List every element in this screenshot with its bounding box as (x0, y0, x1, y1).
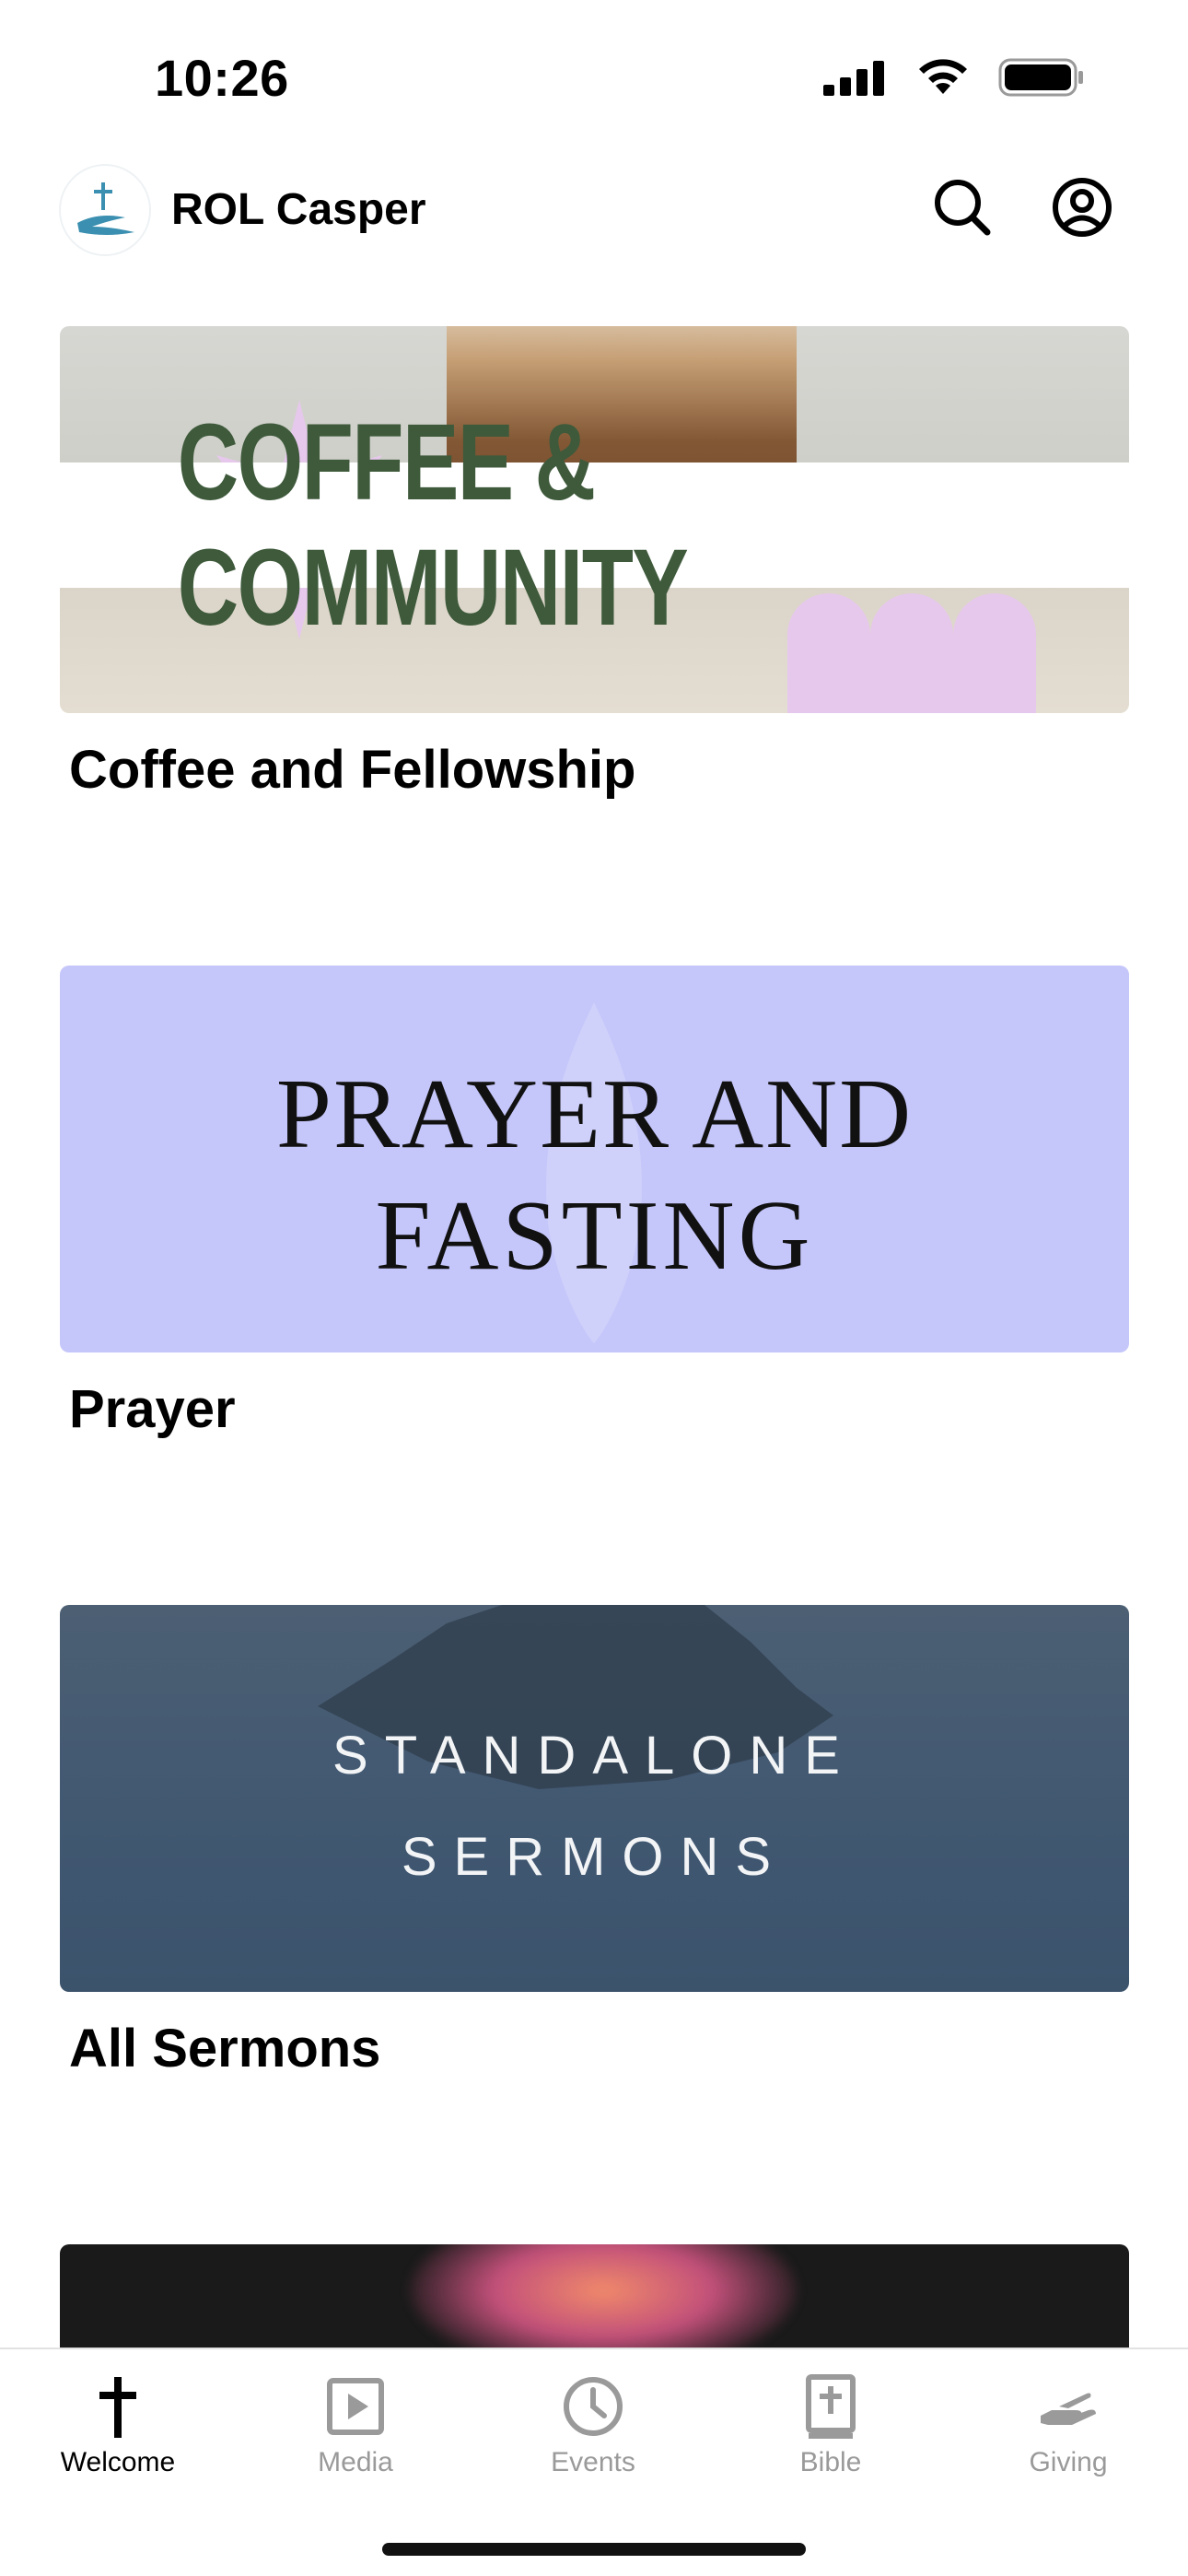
play-icon (327, 2378, 384, 2435)
search-icon (935, 180, 991, 236)
app-header: ROL Casper (0, 157, 1188, 304)
tab-bar: Welcome Media Events Bible Giving (0, 2348, 1188, 2576)
tab-giving[interactable]: Giving (976, 2370, 1160, 2478)
coffee-banner-image[interactable]: COFFEE & COMMUNITY (60, 326, 1129, 713)
cellular-signal-icon (823, 61, 884, 96)
account-icon (1053, 178, 1112, 237)
status-icons (823, 57, 1085, 98)
tab-events[interactable]: Events (501, 2370, 685, 2478)
tab-label: Bible (799, 2447, 862, 2477)
sermons-banner-line2: SERMONS (401, 1827, 788, 1887)
wifi-icon (919, 59, 967, 94)
tab-bible[interactable]: Bible (739, 2370, 923, 2478)
sermons-banner-line1: STANDALONE (332, 1726, 856, 1786)
feed-card-coffee[interactable]: COFFEE & COMMUNITY Coffee and Fellowship (60, 326, 1129, 800)
home-indicator[interactable] (382, 2543, 806, 2556)
prayer-banner-image[interactable]: PRAYER AND FASTING (60, 966, 1129, 1352)
profile-button[interactable] (1050, 175, 1114, 240)
prayer-banner-line2: FASTING (375, 1181, 814, 1291)
feed-card-prayer[interactable]: PRAYER AND FASTING Prayer (60, 966, 1129, 1439)
search-button[interactable] (930, 175, 995, 240)
tab-label: Welcome (60, 2447, 176, 2477)
app-title: ROL Casper (171, 185, 426, 234)
tab-label: Giving (1029, 2447, 1108, 2477)
coffee-banner-text: COFFEE & COMMUNITY (177, 402, 689, 649)
tab-label: Media (318, 2447, 393, 2477)
rock-decoration (318, 1605, 833, 1789)
card-title: Coffee and Fellowship (69, 740, 636, 800)
status-bar: 10:26 (0, 0, 1188, 157)
tab-label: Events (551, 2447, 635, 2477)
bible-icon (806, 2374, 856, 2439)
prayer-banner-line1: PRAYER AND (275, 1060, 914, 1169)
cross-icon (99, 2377, 136, 2438)
status-time: 10:26 (155, 49, 289, 107)
giving-hand-icon (1041, 2393, 1096, 2425)
sermons-banner-image[interactable]: STANDALONE SERMONS (60, 1605, 1129, 1992)
tab-media[interactable]: Media (263, 2370, 448, 2478)
feed-card-sermons[interactable]: STANDALONE SERMONS All Sermons (60, 1605, 1129, 2078)
card-title: Prayer (69, 1379, 236, 1439)
app-screen: 10:26 ROL Casper COFFEE & Coffee and Fel… (0, 0, 1188, 2576)
church-logo-icon (61, 166, 149, 254)
tab-welcome[interactable]: Welcome (26, 2370, 210, 2478)
card-title: All Sermons (69, 2019, 381, 2078)
battery-icon (998, 58, 1083, 97)
clock-icon (564, 2377, 623, 2436)
